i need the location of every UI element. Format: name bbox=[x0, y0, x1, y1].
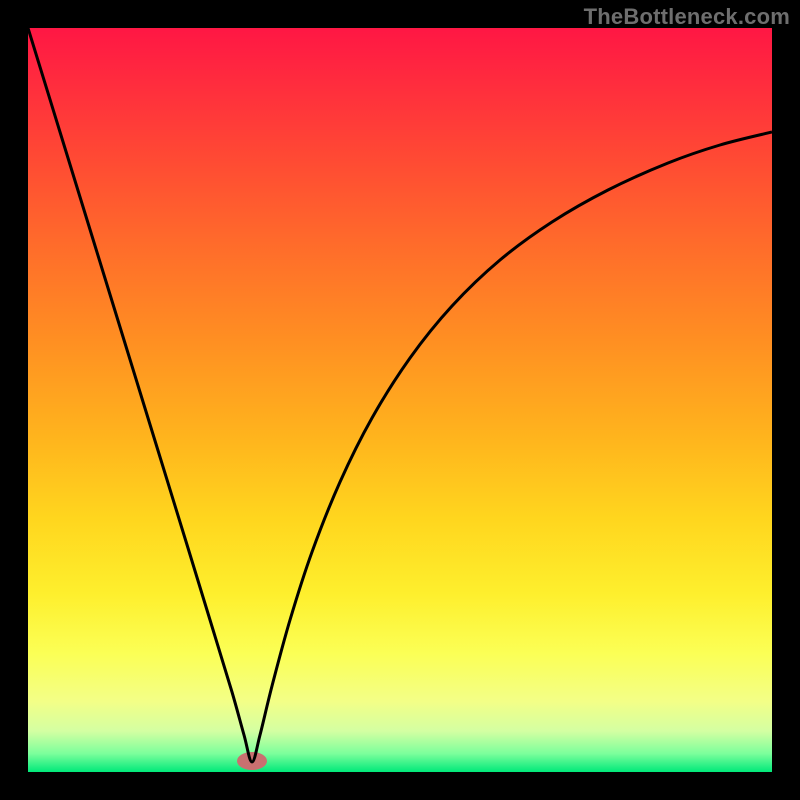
chart-canvas: TheBottleneck.com bbox=[0, 0, 800, 800]
chart-svg bbox=[0, 0, 800, 800]
watermark-text: TheBottleneck.com bbox=[584, 4, 790, 30]
chart-plot-area bbox=[28, 28, 772, 772]
